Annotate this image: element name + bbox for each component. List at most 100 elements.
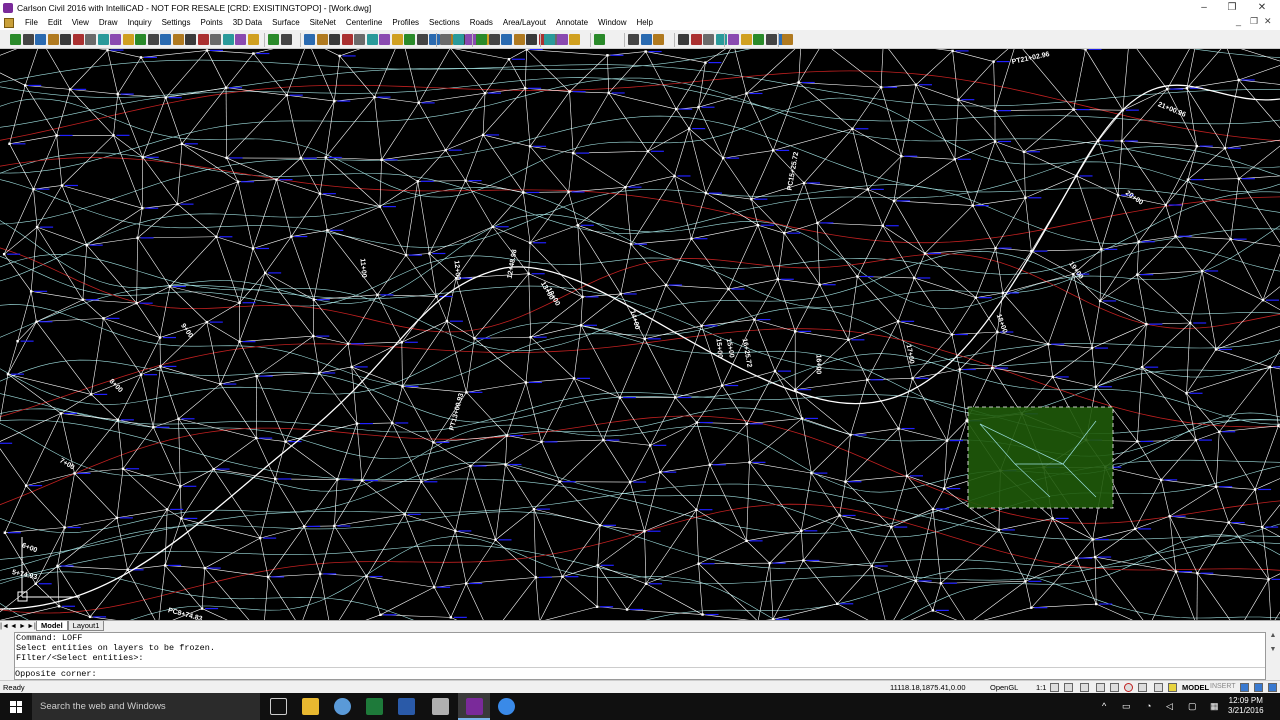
- toolbar-tool-icon[interactable]: [556, 34, 568, 45]
- toolbar-tool-icon[interactable]: [440, 34, 451, 45]
- settings-gear-icon[interactable]: [1240, 683, 1249, 692]
- toolbar-tool-icon[interactable]: [122, 34, 134, 45]
- toolbar-tool-icon[interactable]: [97, 34, 109, 45]
- menu-sitenet[interactable]: SiteNet: [305, 18, 341, 27]
- command-prompt[interactable]: Opposite corner:: [15, 667, 1265, 679]
- toolbar-tool-icon[interactable]: [628, 34, 639, 45]
- last-tab-button[interactable]: ►|: [27, 623, 36, 630]
- toolbar-tool-icon[interactable]: [728, 34, 739, 45]
- toolbar-tool-icon[interactable]: [60, 34, 71, 45]
- excel-icon[interactable]: [366, 698, 383, 715]
- toolbar-tool-icon[interactable]: [569, 34, 580, 45]
- toolbar-tool-icon[interactable]: [391, 34, 403, 45]
- crossing-selection-window[interactable]: [967, 406, 1114, 509]
- next-tab-button[interactable]: ►: [18, 623, 27, 630]
- document-icon[interactable]: [4, 17, 14, 28]
- grid-icon[interactable]: [1064, 683, 1073, 692]
- toolbar-tool-icon[interactable]: [678, 34, 689, 45]
- toolbar-tool-icon[interactable]: [526, 34, 537, 45]
- toolbar-tool-icon[interactable]: [341, 34, 353, 45]
- drawing-canvas[interactable]: PT21+02.96 21+00.96 20+00 19+00 18+00 17+00 16…: [0, 49, 1280, 620]
- first-tab-button[interactable]: |◄: [0, 623, 9, 630]
- network-icon[interactable]: ◔: [1146, 701, 1157, 712]
- menu-surface[interactable]: Surface: [267, 18, 305, 27]
- crosshair-icon[interactable]: [1168, 683, 1177, 692]
- menu-view[interactable]: View: [67, 18, 94, 27]
- toolbar-tool-icon[interactable]: [513, 34, 525, 45]
- menu-centerline[interactable]: Centerline: [341, 18, 387, 27]
- toolbar-tool-icon[interactable]: [765, 34, 777, 45]
- toolbar-tool-icon[interactable]: [85, 34, 96, 45]
- toolbar-tool-icon[interactable]: [47, 34, 59, 45]
- taskbar-clock[interactable]: 12:09 PM 3/21/2016: [1228, 696, 1264, 716]
- close-button[interactable]: ✕: [1248, 0, 1276, 15]
- toolbar-tool-icon[interactable]: [782, 34, 793, 45]
- toolbar-tool-icon[interactable]: [172, 34, 184, 45]
- toolbar-tool-icon[interactable]: [740, 34, 752, 45]
- toolbar-tool-icon[interactable]: [329, 34, 340, 45]
- toolbar-tool-icon[interactable]: [316, 34, 328, 45]
- calculator-icon[interactable]: [432, 698, 449, 715]
- menu-roads[interactable]: Roads: [465, 18, 498, 27]
- tray-chevron-icon[interactable]: ^: [1102, 701, 1113, 712]
- taskbar-search[interactable]: Search the web and Windows: [32, 693, 260, 720]
- toolbar-tool-icon[interactable]: [147, 34, 159, 45]
- polar-icon[interactable]: [1096, 683, 1105, 692]
- doc-restore-button[interactable]: ❐: [1250, 16, 1258, 27]
- toolbar-tool-icon[interactable]: [235, 34, 246, 45]
- toolbar-tool-icon[interactable]: [185, 34, 196, 45]
- battery-icon[interactable]: ▭: [1122, 701, 1133, 712]
- toolbar-tool-icon[interactable]: [135, 34, 146, 45]
- toolbar-tool-icon[interactable]: [416, 34, 428, 45]
- toolbar-tool-icon[interactable]: [35, 34, 46, 45]
- toolbar-tool-icon[interactable]: [160, 34, 171, 45]
- toolbar-tool-icon[interactable]: [501, 34, 512, 45]
- fullscreen-icon[interactable]: [1268, 683, 1277, 692]
- restore-button[interactable]: ❐: [1218, 0, 1246, 15]
- toolbar-tool-icon[interactable]: [640, 34, 652, 45]
- opengl-toggle[interactable]: OpenGL: [990, 683, 1018, 692]
- menu-profiles[interactable]: Profiles: [387, 18, 424, 27]
- task-view-icon[interactable]: [270, 698, 287, 715]
- tab-model[interactable]: Model: [36, 621, 68, 631]
- dynamic-input-icon[interactable]: [1154, 683, 1163, 692]
- menu-points[interactable]: Points: [195, 18, 227, 27]
- menu-window[interactable]: Window: [593, 18, 631, 27]
- menu-file[interactable]: File: [20, 18, 43, 27]
- toolbar-tool-icon[interactable]: [210, 34, 221, 45]
- toolbar-tool-icon[interactable]: [10, 34, 21, 45]
- toolbar-tool-icon[interactable]: [354, 34, 365, 45]
- command-scrollbar[interactable]: ▲ ▼: [1266, 632, 1280, 680]
- toolbar-tool-icon[interactable]: [366, 34, 378, 45]
- toolbar-tool-icon[interactable]: [465, 34, 476, 45]
- menu-3d-data[interactable]: 3D Data: [228, 18, 267, 27]
- toolbar-tool-icon[interactable]: [110, 34, 121, 45]
- toolbar-tool-icon[interactable]: [753, 34, 764, 45]
- toolbar-tool-icon[interactable]: [452, 34, 464, 45]
- toolbar-tool-icon[interactable]: [197, 34, 209, 45]
- browser-icon[interactable]: [334, 698, 351, 715]
- toolbar-tool-icon[interactable]: [476, 34, 487, 45]
- notifications-icon[interactable]: ▢: [1188, 701, 1199, 712]
- word-icon[interactable]: [398, 698, 415, 715]
- tab-layout1[interactable]: Layout1: [67, 621, 105, 631]
- menu-draw[interactable]: Draw: [94, 18, 123, 27]
- toolbar-tool-icon[interactable]: [280, 34, 292, 45]
- menu-help[interactable]: Help: [631, 18, 657, 27]
- menu-area-layout[interactable]: Area/Layout: [498, 18, 551, 27]
- doc-minimize-button[interactable]: _: [1236, 16, 1241, 26]
- osnap-icon[interactable]: [1110, 683, 1119, 692]
- toolbar-tool-icon[interactable]: [653, 34, 664, 45]
- otrack-icon[interactable]: [1124, 683, 1133, 692]
- toolbar-tool-icon[interactable]: [268, 34, 279, 45]
- coordinate-readout[interactable]: 11118.18,1875.41,0.00: [890, 683, 966, 692]
- model-space-toggle[interactable]: MODEL: [1182, 683, 1209, 692]
- menu-edit[interactable]: Edit: [43, 18, 67, 27]
- snap-icon[interactable]: [1050, 683, 1059, 692]
- toolbar-tool-icon[interactable]: [594, 34, 605, 45]
- doc-close-button[interactable]: ✕: [1264, 16, 1272, 27]
- toolbar-tool-icon[interactable]: [404, 34, 415, 45]
- minimize-button[interactable]: –: [1190, 0, 1218, 15]
- toolbar-tool-icon[interactable]: [304, 34, 315, 45]
- annotation-scale[interactable]: 1:1: [1036, 683, 1046, 692]
